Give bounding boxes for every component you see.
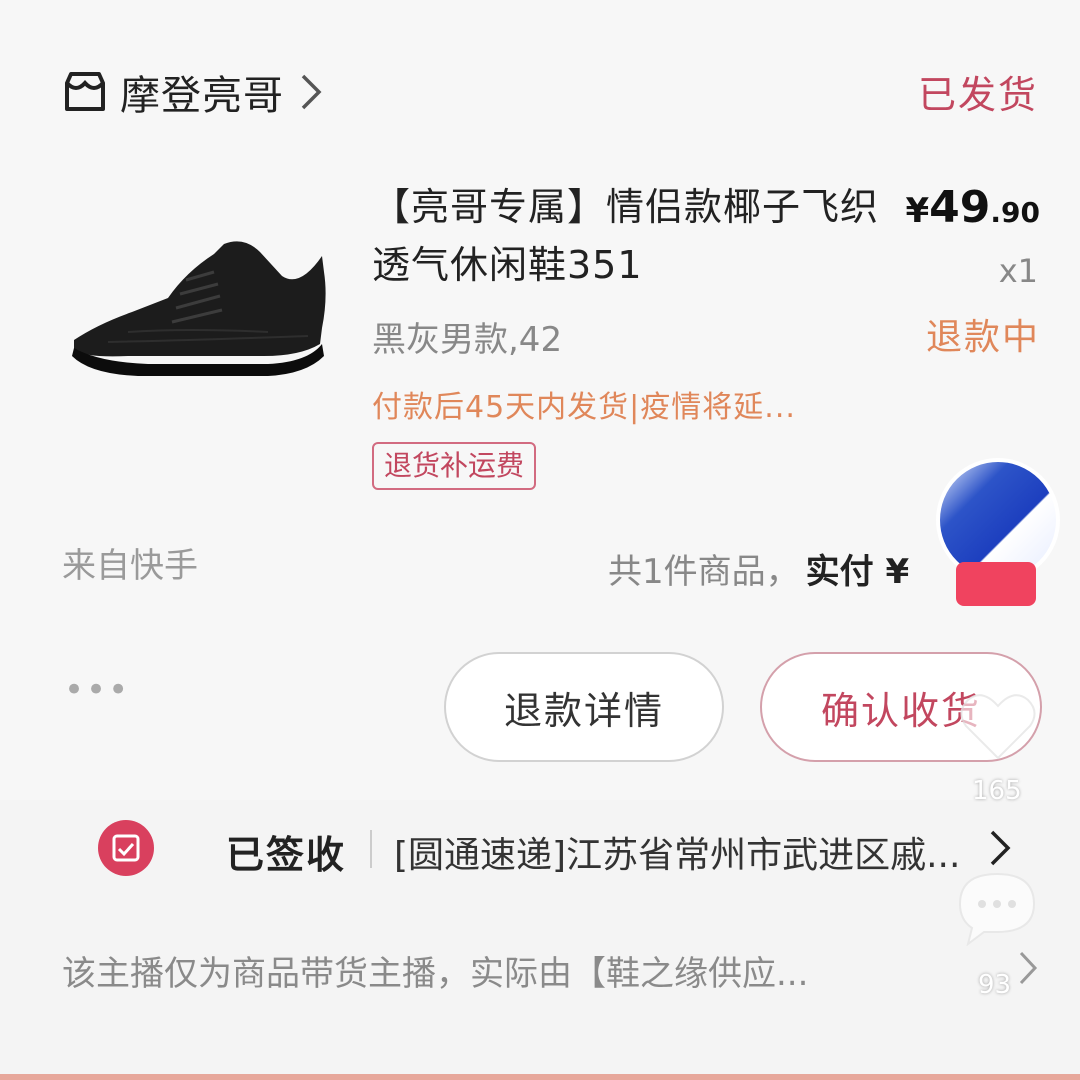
refund-status: 退款中 — [925, 317, 1040, 358]
shop-name: 摩登亮哥 — [120, 73, 284, 119]
seller-disclaimer[interactable]: 该主播仅为商品带货主播，实际由【鞋之缘供应... — [62, 946, 808, 995]
product-title[interactable]: 【亮哥专属】情侣款椰子飞织透气休闲鞋351 — [372, 178, 892, 294]
comment-icon[interactable] — [954, 868, 1040, 946]
product-spec: 黑灰男款,42 — [372, 320, 563, 360]
package-icon — [98, 820, 154, 876]
logistics-detail: [圆通速递]江苏省常州市武进区戚... — [394, 835, 961, 876]
logistics-state: 已签收 — [226, 833, 347, 877]
bottom-bar — [0, 1074, 1080, 1080]
logistics-row[interactable]: 已签收 [圆通速递]江苏省常州市武进区戚... — [60, 800, 1060, 900]
follow-button[interactable] — [956, 562, 1036, 606]
price-integer: 49 — [929, 182, 991, 233]
heart-icon[interactable] — [958, 690, 1038, 762]
order-total: 共1件商品， 实付 ¥ — [608, 544, 909, 593]
shop-icon — [65, 72, 105, 111]
item-count-text: 共1件商品， — [608, 552, 800, 592]
chevron-right-icon — [990, 830, 1011, 866]
paid-label: 实付 ¥ — [805, 552, 910, 592]
shop-header[interactable]: 摩登亮哥 — [62, 62, 324, 122]
chevron-right-icon — [301, 74, 322, 110]
return-shipping-tag: 退货补运费 — [372, 442, 537, 490]
product-image[interactable] — [68, 232, 330, 382]
chevron-right-icon — [1019, 951, 1038, 985]
like-count: 165 — [972, 776, 1022, 806]
shipping-note: 付款后45天内发货|疫情将延... — [372, 390, 796, 425]
product-quantity: x1 — [998, 252, 1038, 290]
refund-detail-button[interactable]: 退款详情 — [444, 652, 724, 762]
order-status: 已发货 — [917, 73, 1038, 117]
price-decimal: .90 — [990, 196, 1040, 229]
order-card: 摩登亮哥 已发货 【亮哥专属】情侣款椰子飞织透气休闲鞋351 ¥49.90 x1… — [0, 0, 1080, 800]
price-currency: ¥ — [905, 191, 930, 231]
more-button[interactable]: ••• — [64, 670, 130, 710]
product-price: ¥49.90 — [905, 182, 1040, 233]
comment-count: 93 — [978, 970, 1012, 1000]
order-source: 来自快手 — [62, 546, 198, 586]
divider — [370, 830, 372, 868]
